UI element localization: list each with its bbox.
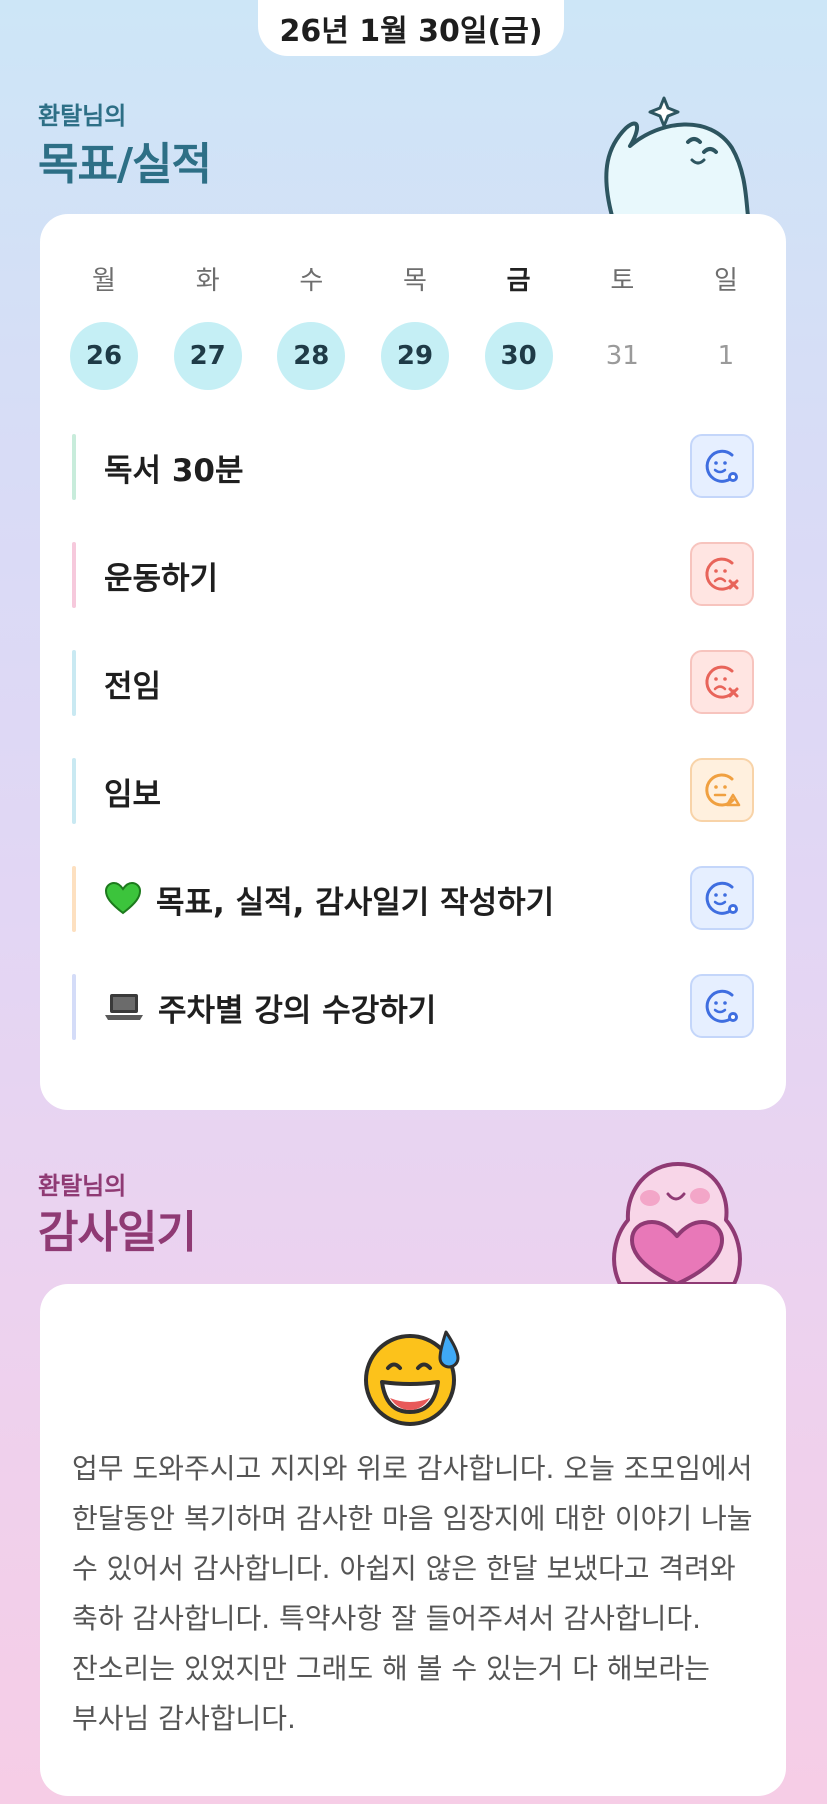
sparkle-icon (648, 96, 680, 128)
status-success-button[interactable] (690, 866, 754, 930)
pink-mascot-illustration (612, 1162, 742, 1284)
weekday-label: 토 (610, 266, 635, 296)
goal-label: 주차별 강의 수강하기 (104, 974, 436, 1040)
status-success-button[interactable] (690, 434, 754, 498)
goal-label: 임보 (104, 776, 162, 813)
goal-label: 운동하기 (104, 560, 219, 597)
status-fail-button[interactable] (690, 542, 754, 606)
smiley-check-icon (705, 989, 738, 1023)
goal-color-bar (72, 758, 76, 824)
date-button[interactable]: 31 (588, 322, 656, 390)
goal-color-bar (72, 866, 76, 932)
goal-color-bar (72, 542, 76, 608)
grinning-sweat-face-icon (364, 1330, 460, 1426)
goal-color-bar (72, 650, 76, 716)
goal-row[interactable]: 운동하기 (72, 542, 754, 608)
week-dates: 26 27 28 29 30 31 1 (70, 322, 760, 390)
goal-label: 독서 30분 (104, 452, 244, 489)
date-button[interactable]: 26 (70, 322, 138, 390)
weekday-label: 수 (299, 266, 324, 296)
goal-row[interactable]: 독서 30분 (72, 434, 754, 500)
goals-owner-label: 환탈님의 (38, 102, 127, 130)
goal-color-bar (72, 434, 76, 500)
goal-row[interactable]: 전임 (72, 650, 754, 716)
blue-mascot-illustration (604, 96, 750, 216)
goal-row[interactable]: 목표, 실적, 감사일기 작성하기 (72, 866, 754, 932)
date-button[interactable]: 28 (277, 322, 346, 390)
laptop-icon (104, 992, 144, 1022)
gratitude-section-title: 감사일기 (38, 1207, 197, 1258)
weekday-label: 월 (92, 266, 116, 296)
goals-card: 월 화 수 목 금 토 일 26 27 28 29 30 31 1 독서 30분… (40, 214, 786, 1110)
gratitude-entry-text: 업무 도와주시고 지지와 위로 감사합니다. 오늘 조모임에서 한달동안 복기하… (72, 1452, 753, 1735)
goal-row[interactable]: 임보 (72, 758, 754, 824)
status-success-button[interactable] (690, 974, 754, 1038)
date-button[interactable]: 27 (173, 322, 242, 390)
sad-x-icon (705, 557, 739, 591)
gratitude-card: 업무 도와주시고 지지와 위로 감사합니다. 오늘 조모임에서 한달동안 복기하… (40, 1284, 786, 1796)
status-fail-button[interactable] (690, 650, 754, 714)
weekday-label: 목 (403, 266, 427, 296)
goal-row[interactable]: 주차별 강의 수강하기 (72, 974, 754, 1040)
smiley-check-icon (705, 881, 738, 915)
date-header[interactable]: 26년 1월 30일(금) (258, 0, 564, 56)
date-button[interactable]: 1 (692, 322, 760, 390)
weekday-label: 일 (713, 266, 738, 296)
green-heart-icon (104, 882, 142, 916)
weekday-label: 화 (195, 266, 220, 296)
sad-x-icon (705, 665, 739, 699)
neutral-warning-icon (705, 773, 741, 807)
weekday-label-today: 금 (506, 266, 531, 296)
weekday-header: 월 화 수 목 금 토 일 (70, 260, 760, 297)
goals-section-title: 목표/실적 (38, 139, 212, 190)
smiley-check-icon (705, 449, 738, 483)
goal-color-bar (72, 974, 76, 1040)
goal-label: 전임 (104, 668, 162, 705)
goal-label: 목표, 실적, 감사일기 작성하기 (104, 866, 554, 932)
date-button-today[interactable]: 30 (484, 322, 553, 390)
date-button[interactable]: 29 (380, 322, 449, 390)
status-partial-button[interactable] (690, 758, 754, 822)
